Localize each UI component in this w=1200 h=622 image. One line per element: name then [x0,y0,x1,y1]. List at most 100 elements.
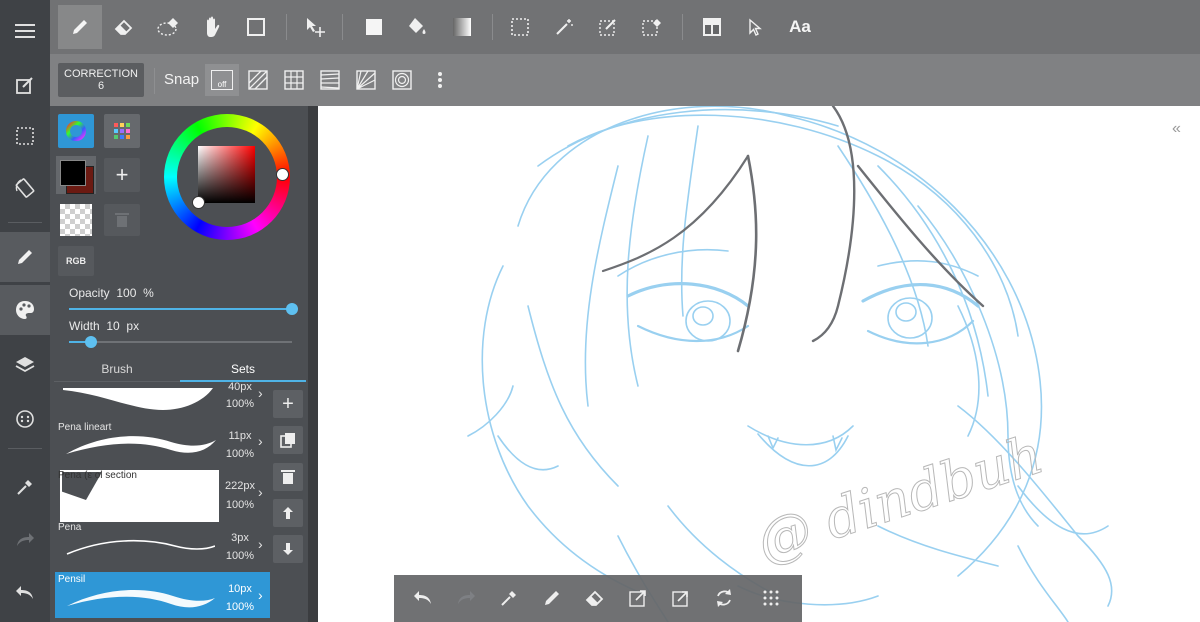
move-brush-up-button[interactable] [273,499,303,527]
refresh-icon [717,589,731,607]
palette-mode-button[interactable] [104,114,140,148]
magic-wand-button[interactable] [542,5,586,49]
delete-color-button[interactable] [104,204,140,236]
opacity-slider-knob[interactable] [286,303,298,315]
collapse-panel-icon[interactable]: « [1172,120,1181,138]
selection-button[interactable] [0,111,50,161]
redo-button[interactable] [0,515,50,565]
apps-grid-icon [763,590,779,606]
select-eraser-button[interactable] [630,5,674,49]
opacity-label: Opacity 100 % [69,286,154,300]
snap-circle-button[interactable] [385,64,419,96]
tab-sets[interactable]: Sets [180,362,306,376]
add-brush-button[interactable]: + [273,390,303,418]
bottom-export-button[interactable] [664,581,698,615]
width-slider-knob[interactable] [85,336,97,348]
panel-scrollbar[interactable] [308,106,318,622]
gradient-tool-button[interactable] [440,5,484,49]
brush-size: 40px [228,381,252,393]
add-color-button[interactable]: + [104,158,140,192]
select-pen-icon [599,19,616,36]
more-options-button[interactable] [423,64,457,96]
parallel-lines-icon [248,70,268,90]
tab-brush[interactable]: Brush [54,362,180,376]
bottom-grid-menu-button[interactable] [754,581,788,615]
undo-button[interactable] [0,568,50,618]
brush-item-0[interactable]: 40px 100% › [55,381,270,424]
correction-button[interactable]: CORRECTION 6 [58,63,144,97]
select-pen-button[interactable] [586,5,630,49]
eraser-tool-button[interactable] [102,5,146,49]
brush-item-4[interactable]: Pensil 10px 100% › [55,572,270,618]
pen-icon [545,591,559,605]
bucket-tool-button[interactable] [396,5,440,49]
transparent-color-swatch[interactable] [60,204,92,236]
saturation-value-square[interactable] [198,146,255,203]
color-wheel-mode-button[interactable] [58,114,94,148]
edit-canvas-button[interactable] [0,60,50,110]
hue-handle[interactable] [276,168,289,181]
select-eraser-icon [642,19,661,36]
bottom-pen-button[interactable] [535,581,569,615]
rectangle-icon [247,18,265,36]
bottom-flip-button[interactable] [707,581,741,615]
snap-off-button[interactable]: off [205,64,239,96]
materials-icon [16,410,34,428]
snap-parallel-button[interactable] [241,64,275,96]
chevron-right-icon: › [258,587,263,603]
brush-name: Pena (ε ol section [58,470,137,481]
brush-item-1[interactable]: Pena lineart 11px 100% › [55,422,270,470]
copy-brush-button[interactable] [273,426,303,454]
frame-divider-button[interactable] [690,5,734,49]
swatch-grid-icon [114,123,130,139]
hand-tool-button[interactable] [190,5,234,49]
magic-wand-icon [556,19,573,35]
chevron-right-icon: › [258,385,263,401]
selection-eraser-icon [157,18,178,36]
width-value: 10 [106,319,120,333]
move-tool-button[interactable] [294,5,338,49]
bottom-undo-button[interactable] [406,581,440,615]
snap-grid-button[interactable] [277,64,311,96]
move-brush-down-button[interactable] [273,535,303,563]
color-panel-button[interactable] [0,285,50,335]
snap-perspective-button[interactable] [313,64,347,96]
horizontal-lines-icon [320,70,340,90]
brush-opacity: 100% [225,601,255,613]
menu-button[interactable] [0,6,50,56]
selection-eraser-button[interactable] [146,5,190,49]
pen-tool-button[interactable] [58,5,102,49]
operation-tool-button[interactable] [734,5,778,49]
fill-rect-button[interactable] [352,5,396,49]
delete-brush-button[interactable] [273,463,303,491]
bottom-eraser-button[interactable] [578,581,612,615]
brush-panel-button[interactable] [0,232,50,282]
brush-opacity: 100% [225,550,255,562]
snap-radial-button[interactable] [349,64,383,96]
sv-handle[interactable] [192,196,205,209]
drawing-canvas[interactable]: @ dindbuh « [318,106,1200,622]
bottom-eyedropper-button[interactable] [492,581,526,615]
rgb-mode-button[interactable]: RGB [58,246,94,276]
rotate-canvas-button[interactable] [0,163,50,213]
chevron-right-icon: › [258,536,263,552]
undo-icon [16,586,33,599]
brush-item-3[interactable]: Pena 3px 100% › [55,522,270,570]
layers-button[interactable] [0,340,50,390]
shape-tool-button[interactable] [234,5,278,49]
sketch-artwork: @ dindbuh [467,106,1113,622]
materials-button[interactable] [0,394,50,444]
foreground-color-swatch[interactable] [60,160,86,186]
filled-square-icon [366,19,382,35]
width-slider-track[interactable] [69,341,292,343]
cursor-icon [749,18,762,36]
text-tool-label: Aa [789,17,811,36]
redo-icon [458,591,475,604]
text-tool-button[interactable]: Aa [778,5,822,49]
selection-icon [16,127,34,145]
bottom-redo-button[interactable] [449,581,483,615]
select-rect-button[interactable] [498,5,542,49]
eyedropper-button[interactable] [0,462,50,512]
bottom-transform-button[interactable] [621,581,655,615]
brush-item-2[interactable]: Pena (ε ol section 222px 100% › [55,470,270,522]
